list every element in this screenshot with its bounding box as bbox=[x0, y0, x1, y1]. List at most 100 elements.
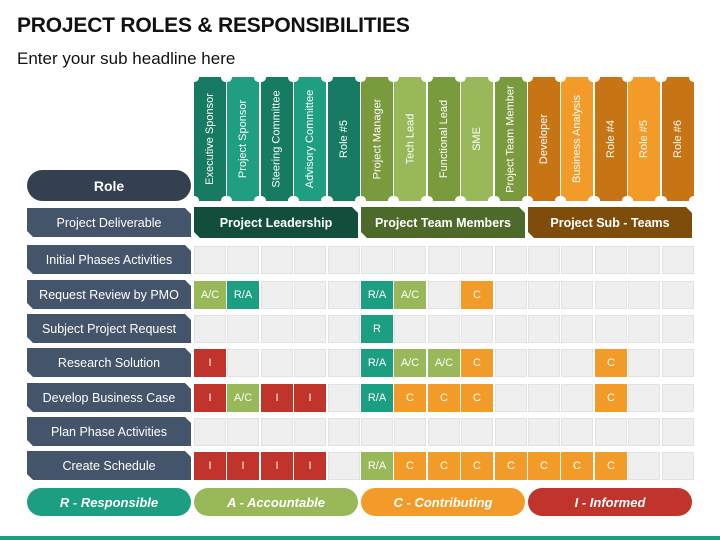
empty-cell bbox=[628, 246, 660, 274]
empty-cell bbox=[328, 384, 360, 412]
empty-cell bbox=[662, 384, 694, 412]
column-header-label: SME bbox=[471, 127, 483, 151]
empty-cell bbox=[428, 315, 460, 343]
empty-cell bbox=[662, 246, 694, 274]
empty-cell bbox=[561, 281, 593, 309]
raci-cell: C bbox=[595, 349, 627, 377]
ticket-notch bbox=[290, 73, 299, 82]
empty-cell bbox=[628, 281, 660, 309]
empty-cell bbox=[294, 315, 326, 343]
ticket-notch bbox=[689, 196, 698, 205]
empty-cell bbox=[227, 349, 259, 377]
column-header-label: Business Analysis bbox=[571, 94, 584, 184]
row-label: Create Schedule bbox=[27, 451, 191, 480]
legend-item: A - Accountable bbox=[194, 488, 358, 516]
raci-cell: R/A bbox=[227, 281, 259, 309]
raci-cell: A/C bbox=[194, 281, 226, 309]
column-header-label: Role #6 bbox=[672, 120, 685, 158]
ticket-notch bbox=[324, 73, 333, 82]
column-header-label: Project Sponsor bbox=[237, 99, 250, 179]
column-header: Steering Committee bbox=[257, 73, 297, 205]
empty-cell bbox=[595, 418, 627, 446]
empty-cell bbox=[628, 349, 660, 377]
raci-cell: C bbox=[461, 281, 493, 309]
ticket-notch bbox=[357, 73, 366, 82]
column-header: Business Analysis bbox=[557, 73, 597, 205]
empty-cell bbox=[428, 418, 460, 446]
raci-cell: C bbox=[561, 452, 593, 480]
raci-cell: C bbox=[461, 452, 493, 480]
row-label-project-deliverable: Project Deliverable bbox=[27, 208, 191, 237]
empty-cell bbox=[328, 246, 360, 274]
column-header-label: Tech Lead bbox=[404, 113, 417, 165]
empty-cell bbox=[662, 281, 694, 309]
column-header-label: Steering Committee bbox=[271, 90, 283, 188]
ticket-notch bbox=[390, 73, 399, 82]
column-header-label: Developer bbox=[538, 113, 551, 165]
ticket-notch bbox=[290, 196, 299, 205]
ticket-notch bbox=[624, 196, 633, 205]
empty-cell bbox=[528, 246, 560, 274]
empty-cell bbox=[662, 418, 694, 446]
empty-cell bbox=[361, 418, 393, 446]
column-header: Project Sponsor bbox=[223, 73, 263, 205]
empty-cell bbox=[561, 246, 593, 274]
group-header: Project Sub - Teams bbox=[528, 207, 692, 238]
empty-cell bbox=[328, 315, 360, 343]
column-header: Role #6 bbox=[658, 73, 698, 205]
column-header-label: Project Team Member bbox=[505, 85, 518, 193]
empty-cell bbox=[294, 281, 326, 309]
raci-cell: C bbox=[428, 452, 460, 480]
empty-cell bbox=[194, 246, 226, 274]
raci-cell: A/C bbox=[428, 349, 460, 377]
raci-cell: I bbox=[294, 384, 326, 412]
raci-cell: C bbox=[428, 384, 460, 412]
column-header-label: Executive Sponsor bbox=[204, 93, 216, 185]
ticket-notch bbox=[658, 196, 667, 205]
empty-cell bbox=[261, 281, 293, 309]
raci-cell: C bbox=[461, 384, 493, 412]
empty-cell bbox=[628, 418, 660, 446]
page-subtitle: Enter your sub headline here bbox=[17, 49, 236, 68]
raci-cell: A/C bbox=[394, 349, 426, 377]
ticket-notch bbox=[591, 73, 600, 82]
ticket-notch bbox=[491, 73, 500, 82]
empty-cell bbox=[495, 418, 527, 446]
raci-cell: I bbox=[194, 349, 226, 377]
ticket-notch bbox=[190, 196, 199, 205]
ticket-notch bbox=[357, 196, 366, 205]
empty-cell bbox=[528, 315, 560, 343]
empty-cell bbox=[561, 315, 593, 343]
raci-cell: A/C bbox=[394, 281, 426, 309]
raci-cell: C bbox=[595, 452, 627, 480]
ticket-notch bbox=[658, 73, 667, 82]
column-header: SME bbox=[457, 73, 497, 205]
ticket-notch bbox=[190, 73, 199, 82]
empty-cell bbox=[261, 315, 293, 343]
empty-cell bbox=[561, 418, 593, 446]
empty-cell bbox=[662, 349, 694, 377]
empty-cell bbox=[495, 315, 527, 343]
empty-cell bbox=[328, 281, 360, 309]
raci-cell: R/A bbox=[361, 281, 393, 309]
empty-cell bbox=[595, 246, 627, 274]
empty-cell bbox=[328, 349, 360, 377]
empty-cell bbox=[628, 384, 660, 412]
column-header: Role #5 bbox=[324, 73, 364, 205]
empty-cell bbox=[227, 418, 259, 446]
row-label: Initial Phases Activities bbox=[27, 245, 191, 274]
empty-cell bbox=[294, 246, 326, 274]
column-header: Executive Sponsor bbox=[190, 73, 230, 205]
raci-cell: A/C bbox=[227, 384, 259, 412]
ticket-notch bbox=[257, 73, 266, 82]
raci-cell: I bbox=[261, 452, 293, 480]
ticket-notch bbox=[223, 196, 232, 205]
raci-cell: R/A bbox=[361, 349, 393, 377]
empty-cell bbox=[461, 315, 493, 343]
empty-cell bbox=[495, 384, 527, 412]
empty-cell bbox=[461, 246, 493, 274]
column-header-label: Role #4 bbox=[605, 120, 618, 158]
empty-cell bbox=[528, 418, 560, 446]
raci-cell: C bbox=[528, 452, 560, 480]
empty-cell bbox=[227, 315, 259, 343]
